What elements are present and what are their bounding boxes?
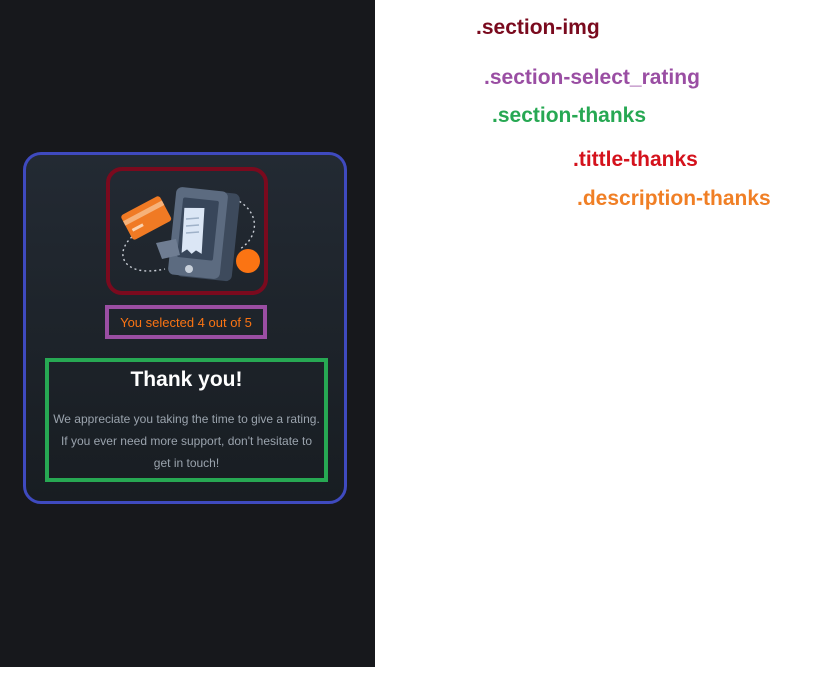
rating-result-text: You selected 4 out of 5 [120, 314, 252, 330]
description-thanks: We appreciate you taking the time to giv… [53, 412, 320, 470]
annotation-section-img: .section-img [476, 16, 600, 39]
annotation-section-thanks: .section-thanks [492, 104, 647, 127]
tittle-thanks: Thank you! [130, 368, 243, 391]
section-thanks: Thank you! We appreciate you taking the … [45, 358, 328, 482]
annotation-tittle-thanks: .tittle-thanks [573, 148, 698, 171]
payment-illustration-icon [121, 187, 260, 282]
section-select-rating: You selected 4 out of 5 [105, 305, 267, 339]
annotation-section-select-rating: .section-select_rating [484, 66, 700, 89]
section-img-outline [106, 167, 268, 295]
annotation-description-thanks: .description-thanks [577, 187, 771, 210]
